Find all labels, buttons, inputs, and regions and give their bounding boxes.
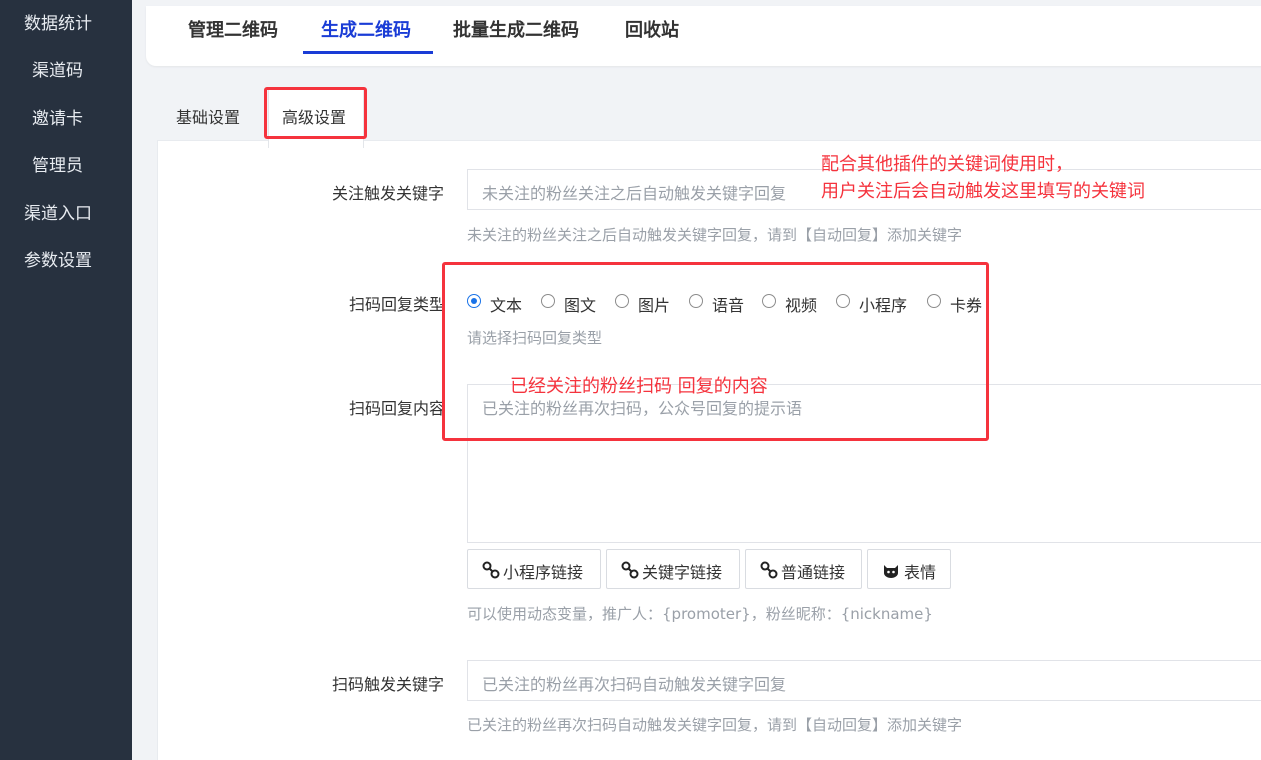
tab-recycle-bin[interactable]: 回收站 [625,16,679,42]
emoji-button[interactable]: 表情 [867,549,951,589]
tab-batch-generate-qrcode[interactable]: 批量生成二维码 [453,16,579,42]
sidebar: 数据统计 渠道码 邀请卡 管理员 渠道入口 参数设置 [0,0,132,760]
sidebar-item-channel-code[interactable]: 渠道码 [32,56,164,81]
annotation-note-reply: 已经关注的粉丝扫码 回复的内容 [510,376,768,397]
link-icon [621,561,639,579]
reply-content-label: 扫码回复内容 [349,399,446,418]
button-label: 表情 [904,563,937,582]
top-tab-bar [146,6,1261,66]
sidebar-item-admin[interactable]: 管理员 [32,151,164,176]
sidebar-item-settings[interactable]: 参数设置 [24,246,156,271]
scan-keyword-input[interactable]: 已关注的粉丝再次扫码自动触发关键字回复 [467,660,1261,701]
normal-link-button[interactable]: 普通链接 [745,549,862,589]
button-label: 普通链接 [781,563,846,582]
tab-generate-qrcode[interactable]: 生成二维码 [321,16,411,42]
emoji-icon [884,565,898,578]
sidebar-item-invite-card[interactable]: 邀请卡 [32,104,164,129]
annotation-note-line2: 用户关注后会自动触发这里填写的关键词 [821,181,1145,202]
reply-type-label: 扫码回复类型 [349,295,446,314]
sidebar-item-channel-entry[interactable]: 渠道入口 [24,199,156,224]
active-tab-underline [303,51,433,54]
button-label: 关键字链接 [642,563,723,582]
sub-tab-basic[interactable]: 基础设置 [176,104,240,128]
link-icon [482,561,500,579]
keyword-link-button[interactable]: 关键字链接 [606,549,740,589]
follow-keyword-placeholder: 未关注的粉丝关注之后自动触发关键字回复 [482,184,787,203]
annotation-box-reply [442,262,989,441]
annotation-note-line1: 配合其他插件的关键词使用时， [821,154,1073,175]
annotation-box-advanced-tab [264,87,367,139]
scan-keyword-help: 已关注的粉丝再次扫码自动触发关键字回复，请到【自动回复】添加关键字 [467,716,963,734]
follow-keyword-label: 关注触发关键字 [332,184,445,203]
scan-keyword-label: 扫码触发关键字 [332,675,445,694]
follow-keyword-help: 未关注的粉丝关注之后自动触发关键字回复，请到【自动回复】添加关键字 [467,226,963,244]
scan-keyword-placeholder: 已关注的粉丝再次扫码自动触发关键字回复 [482,675,787,694]
link-icon [760,561,778,579]
miniprogram-link-button[interactable]: 小程序链接 [467,549,601,589]
reply-content-help: 可以使用动态变量，推广人：{promoter}，粉丝昵称：{nickname} [467,605,933,623]
sidebar-item-stats[interactable]: 数据统计 [24,9,156,34]
button-label: 小程序链接 [503,563,584,582]
tab-manage-qrcode[interactable]: 管理二维码 [188,16,278,42]
